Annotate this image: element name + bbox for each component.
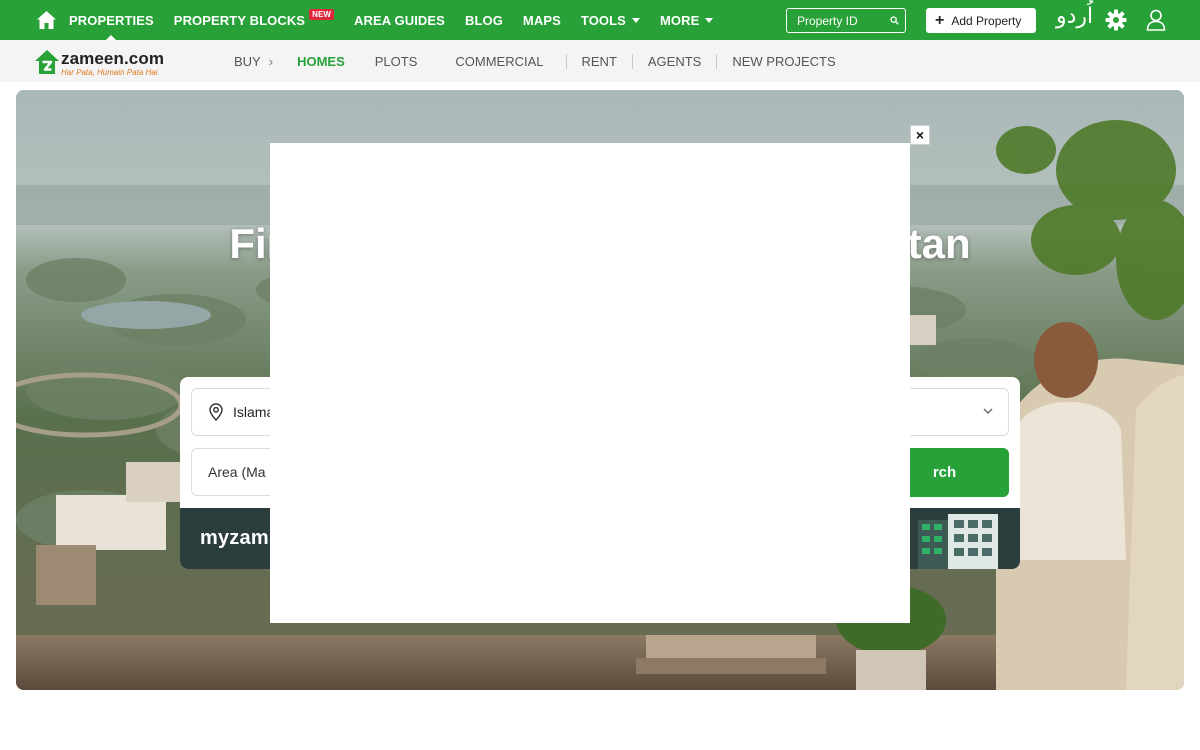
building-illustration — [918, 514, 998, 569]
nav-buy[interactable]: BUY — [234, 54, 261, 69]
property-id-search[interactable]: Property ID — [786, 8, 906, 33]
chevron-right-icon: › — [268, 53, 274, 69]
nav-property-blocks[interactable]: PROPERTY BLOCKS NEW — [173, 0, 335, 40]
nav-more-label: MORE — [659, 12, 700, 28]
nav-maps[interactable]: MAPS — [523, 0, 561, 40]
logo-tagline: Har Pata, Humain Pata Hai — [61, 68, 158, 77]
top-navbar: PROPERTIES PROPERTY BLOCKS NEW AREA GUIDE… — [0, 0, 1200, 40]
nav-properties[interactable]: PROPERTIES — [69, 0, 154, 40]
new-badge: NEW — [309, 8, 335, 20]
popup-modal[interactable] — [270, 143, 910, 623]
location-pin-icon — [209, 403, 223, 421]
logo-mark-icon — [35, 50, 59, 74]
zameen-logo[interactable]: zameen.com Har Pata, Humain Pata Hai — [34, 49, 164, 77]
search-icon[interactable] — [883, 9, 905, 32]
home-icon[interactable] — [36, 10, 57, 30]
nav-divider — [631, 53, 633, 69]
nav-property-blocks-label: PROPERTY BLOCKS — [173, 12, 306, 28]
category-nav: BUY › HOMES PLOTS COMMERCIAL RENT AGENTS… — [234, 40, 836, 82]
nav-divider — [716, 53, 718, 69]
nav-area-guides-label: AREA GUIDES — [354, 12, 445, 28]
add-property-label: Add Property — [951, 13, 1022, 28]
nav-more[interactable]: MORE — [659, 0, 714, 40]
nav-commercial[interactable]: COMMERCIAL — [455, 54, 543, 69]
nav-blog[interactable]: BLOG — [465, 0, 503, 40]
gear-icon[interactable] — [1105, 9, 1127, 31]
area-placeholder: Area (Ma — [208, 464, 266, 480]
add-property-button[interactable]: + Add Property — [926, 8, 1036, 33]
urdu-language-toggle[interactable]: اُردو — [1056, 4, 1093, 29]
logo-name: zameen.com — [61, 49, 165, 68]
nav-blog-label: BLOG — [464, 12, 503, 28]
nav-rent[interactable]: RENT — [582, 54, 617, 69]
nav-divider — [565, 53, 567, 69]
city-value: Islama — [233, 404, 275, 420]
nav-plots[interactable]: PLOTS — [375, 54, 418, 69]
caret-down-icon — [705, 17, 714, 23]
main-menu: PROPERTIES PROPERTY BLOCKS NEW AREA GUIDE… — [69, 0, 714, 40]
close-modal-button[interactable]: × — [910, 125, 930, 145]
myzameen-brand: myzam — [200, 527, 269, 549]
nav-maps-label: MAPS — [522, 12, 561, 28]
nav-properties-label: PROPERTIES — [69, 12, 154, 28]
nav-tools[interactable]: TOOLS — [581, 0, 640, 40]
plus-icon: + — [935, 11, 945, 29]
nav-tools-label: TOOLS — [580, 12, 626, 28]
chevron-down-icon — [983, 408, 993, 414]
property-id-input[interactable]: Property ID — [797, 14, 883, 28]
close-icon: × — [915, 127, 925, 143]
user-icon[interactable] — [1146, 9, 1166, 31]
nav-homes[interactable]: HOMES — [297, 54, 345, 69]
nav-area-guides[interactable]: AREA GUIDES — [354, 0, 445, 40]
nav-agents[interactable]: AGENTS — [648, 54, 701, 69]
caret-down-icon — [631, 17, 640, 23]
nav-new-projects[interactable]: NEW PROJECTS — [732, 54, 835, 69]
